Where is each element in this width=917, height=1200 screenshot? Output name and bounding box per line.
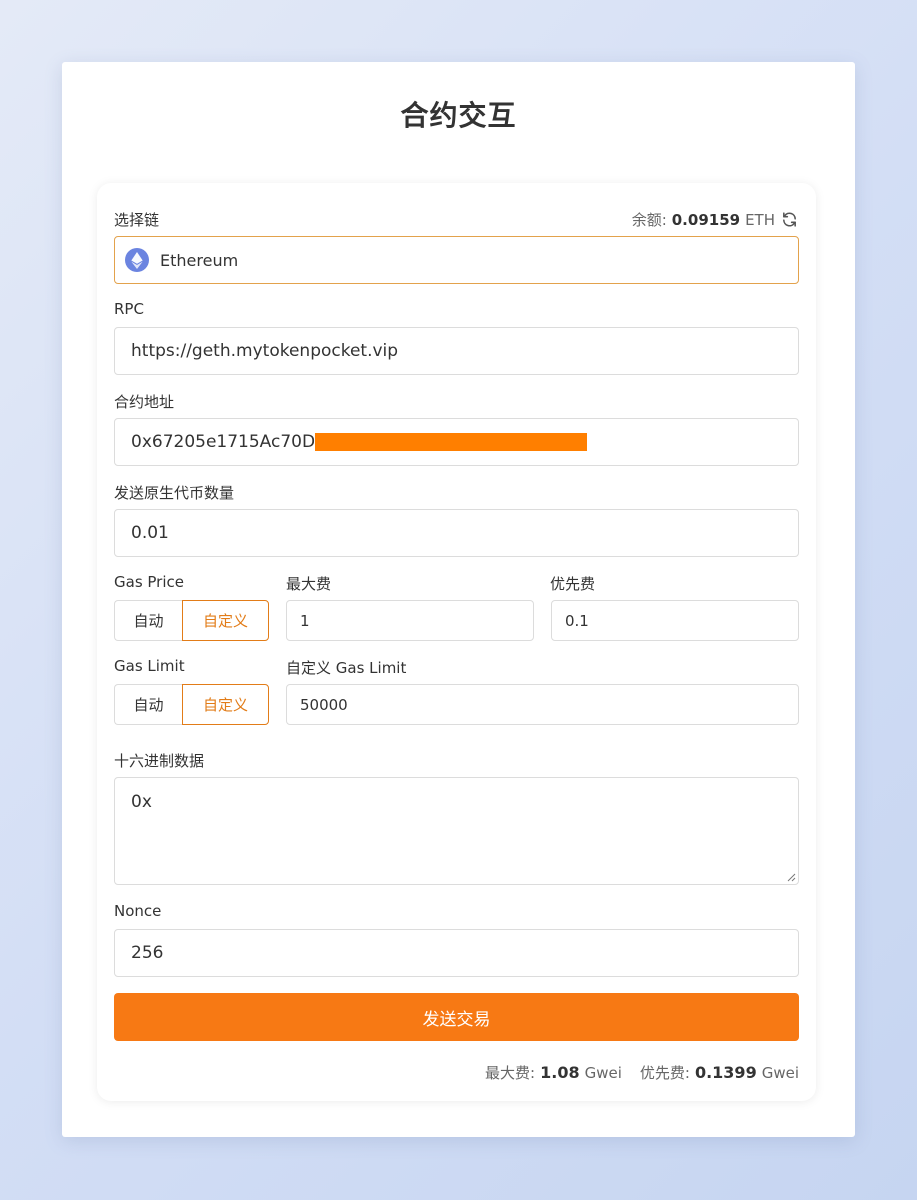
refresh-icon[interactable] <box>781 211 798 228</box>
custom-gas-limit-input[interactable]: 50000 <box>286 684 799 725</box>
contract-address-label: 合约地址 <box>114 393 175 411</box>
summary-max-fee-label: 最大费: <box>485 1064 536 1082</box>
ethereum-icon <box>125 248 149 272</box>
native-amount-label: 发送原生代币数量 <box>114 484 235 502</box>
resize-handle-icon[interactable] <box>786 872 796 882</box>
rpc-input[interactable]: https://geth.mytokenpocket.vip <box>114 327 799 375</box>
balance-unit: ETH <box>745 210 775 229</box>
redaction-bar <box>315 433 588 451</box>
summary-priority-fee-value: 0.1399 <box>694 1063 757 1082</box>
summary-priority-fee-unit: Gwei <box>761 1064 799 1082</box>
transaction-form-card: 选择链 余额: 0.09159 ETH Ethereum RPC https:/… <box>97 183 816 1101</box>
balance-value: 0.09159 <box>671 210 741 229</box>
summary-max-fee-value: 1.08 <box>540 1063 580 1082</box>
max-fee-label: 最大费 <box>286 575 332 593</box>
native-amount-input[interactable]: 0.01 <box>114 509 799 557</box>
priority-fee-input[interactable]: 0.1 <box>551 600 799 641</box>
summary-priority-fee-label: 优先费: <box>639 1064 690 1082</box>
chain-label: 选择链 <box>114 211 160 229</box>
chain-select[interactable]: Ethereum <box>114 236 799 284</box>
rpc-label: RPC <box>114 300 144 318</box>
summary-max-fee-unit: Gwei <box>584 1064 622 1082</box>
chain-selected-value: Ethereum <box>160 250 239 270</box>
fee-summary: 最大费: 1.08 Gwei 优先费: 0.1399 Gwei <box>485 1062 799 1083</box>
gas-limit-auto-button[interactable]: 自动 <box>114 684 182 725</box>
send-transaction-button[interactable]: 发送交易 <box>114 993 799 1041</box>
gas-price-label: Gas Price <box>114 573 184 591</box>
nonce-label: Nonce <box>114 902 162 920</box>
gas-price-mode-toggle: 自动 自定义 <box>114 600 269 641</box>
balance-display: 余额: 0.09159 ETH <box>632 209 798 230</box>
contract-address-value: 0x67205e1715Ac70D <box>131 432 316 452</box>
gas-limit-label: Gas Limit <box>114 657 185 675</box>
page-title: 合约交互 <box>400 99 517 132</box>
gas-limit-custom-button[interactable]: 自定义 <box>182 684 269 725</box>
gas-price-auto-button[interactable]: 自动 <box>114 600 182 641</box>
max-fee-input[interactable]: 1 <box>286 600 534 641</box>
nonce-input[interactable]: 256 <box>114 929 799 977</box>
hex-data-textarea[interactable]: 0x <box>114 777 799 885</box>
contract-address-input[interactable]: 0x67205e1715Ac70D <box>114 418 799 466</box>
priority-fee-label: 优先费 <box>550 575 596 593</box>
gas-price-custom-button[interactable]: 自定义 <box>182 600 269 641</box>
hex-data-label: 十六进制数据 <box>114 752 205 770</box>
balance-label: 余额: <box>631 211 667 229</box>
hex-data-value: 0x <box>131 792 152 812</box>
gas-limit-mode-toggle: 自动 自定义 <box>114 684 269 725</box>
custom-gas-limit-label: 自定义 Gas Limit <box>286 659 407 677</box>
